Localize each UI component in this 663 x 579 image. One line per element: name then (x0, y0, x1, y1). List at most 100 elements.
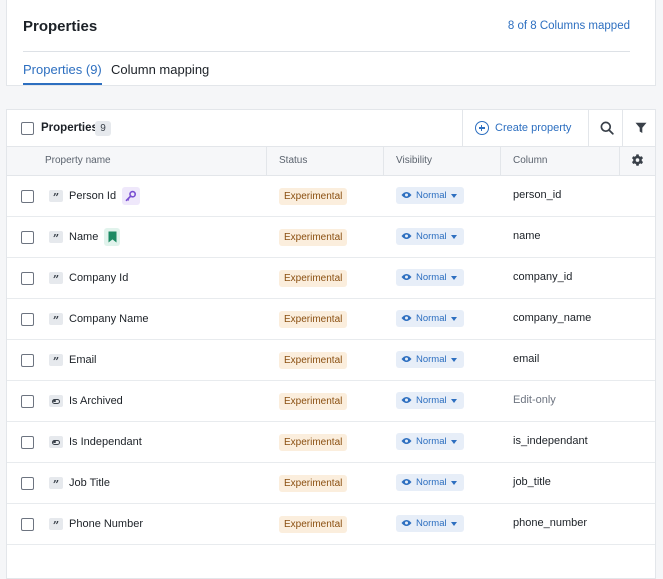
eye-icon (401, 479, 412, 485)
eye-icon (401, 520, 412, 526)
row-checkbox[interactable] (21, 477, 34, 490)
header-divider (23, 51, 630, 52)
eye-icon (401, 315, 412, 321)
row-checkbox[interactable] (21, 190, 34, 203)
status-badge: Experimental (279, 270, 348, 287)
row-checkbox[interactable] (21, 272, 34, 285)
string-type-icon: ” (49, 190, 63, 203)
visibility-dropdown[interactable]: Normal (396, 351, 464, 368)
property-name[interactable]: Phone Number (69, 518, 143, 530)
column-mapping-value: company_id (513, 271, 573, 283)
visibility-dropdown[interactable]: Normal (396, 228, 464, 245)
column-mapping-value: job_title (513, 476, 551, 488)
column-header-status[interactable]: Status (266, 147, 383, 175)
status-badge: Experimental (279, 516, 348, 533)
select-all-checkbox[interactable] (21, 122, 34, 135)
visibility-label: Normal (416, 272, 447, 283)
visibility-label: Normal (416, 436, 447, 447)
status-badge: Experimental (279, 393, 348, 410)
row-checkbox[interactable] (21, 231, 34, 244)
status-badge: Experimental (279, 434, 348, 451)
visibility-label: Normal (416, 477, 447, 488)
row-checkbox[interactable] (21, 313, 34, 326)
column-header-column[interactable]: Column (500, 147, 621, 175)
row-checkbox[interactable] (21, 436, 34, 449)
tab-column-mapping-label: Column mapping (111, 62, 210, 77)
page-title: Properties (23, 18, 98, 35)
filter-button[interactable] (622, 110, 657, 146)
filter-icon (635, 122, 647, 133)
table-body: ” Person Id Experimental Normal person_id ” Na… (7, 176, 655, 545)
property-name[interactable]: Is Archived (69, 395, 123, 407)
caret-down-icon (451, 358, 457, 362)
create-property-button[interactable]: Create property (462, 110, 588, 146)
columns-mapped-status[interactable]: 8 of 8 Columns mapped (508, 20, 630, 32)
eye-icon (401, 233, 412, 239)
column-header-property-name[interactable]: Property name (7, 147, 266, 175)
visibility-label: Normal (416, 231, 447, 242)
table-row[interactable]: ” Name Experimental Normal name (7, 217, 655, 258)
eye-icon (401, 274, 412, 280)
visibility-label: Normal (416, 395, 447, 406)
caret-down-icon (451, 481, 457, 485)
visibility-label: Normal (416, 190, 447, 201)
status-badge: Experimental (279, 311, 348, 328)
visibility-dropdown[interactable]: Normal (396, 474, 464, 491)
column-mapping-value: phone_number (513, 517, 588, 529)
tab-column-mapping[interactable]: Column mapping (111, 62, 209, 77)
property-name[interactable]: Job Title (69, 477, 110, 489)
visibility-dropdown[interactable]: Normal (396, 310, 464, 327)
row-checkbox[interactable] (21, 395, 34, 408)
string-type-icon: ” (49, 231, 63, 244)
tab-properties-label: Properties (9) (23, 62, 102, 77)
column-settings-button[interactable] (619, 147, 655, 175)
visibility-dropdown[interactable]: Normal (396, 269, 464, 286)
column-mapping-value: person_id (513, 189, 562, 201)
visibility-label: Normal (416, 313, 447, 324)
table-row[interactable]: ” Email Experimental Normal email (7, 340, 655, 381)
boolean-type-icon (49, 436, 63, 448)
toolbar-label: Properties (41, 122, 98, 134)
caret-down-icon (451, 317, 457, 321)
table-row[interactable]: ” Job Title Experimental Normal job_title (7, 463, 655, 504)
table-row[interactable]: ” Company Name Experimental Normal company_n… (7, 299, 655, 340)
tab-properties[interactable]: Properties (9) (23, 62, 102, 85)
column-header-visibility[interactable]: Visibility (383, 147, 500, 175)
row-checkbox[interactable] (21, 518, 34, 531)
visibility-dropdown[interactable]: Normal (396, 433, 464, 450)
visibility-dropdown[interactable]: Normal (396, 392, 464, 409)
plus-circle-icon (475, 121, 489, 135)
visibility-label: Normal (416, 354, 447, 365)
column-mapping-value: email (513, 353, 540, 365)
row-checkbox[interactable] (21, 354, 34, 367)
table-row[interactable]: Is Archived Experimental Normal Edit-only (7, 381, 655, 422)
caret-down-icon (451, 194, 457, 198)
table-row[interactable]: ” Phone Number Experimental Normal phone_num… (7, 504, 655, 545)
property-name[interactable]: Name (69, 231, 98, 243)
caret-down-icon (451, 276, 457, 280)
active-tab-underline (23, 83, 102, 85)
status-badge: Experimental (279, 352, 348, 369)
table-row[interactable]: Is Independant Experimental Normal is_indep… (7, 422, 655, 463)
property-name[interactable]: Company Name (69, 313, 148, 325)
caret-down-icon (451, 399, 457, 403)
table-row[interactable]: ” Company Id Experimental Normal company_id (7, 258, 655, 299)
property-name[interactable]: Is Independant (69, 436, 142, 448)
create-property-label: Create property (495, 122, 572, 134)
gear-icon (631, 154, 644, 166)
property-name[interactable]: Email (69, 354, 97, 366)
status-badge: Experimental (279, 188, 348, 205)
string-type-icon: ” (49, 354, 63, 367)
properties-table: Properties 9 Create property Property na… (6, 109, 656, 579)
title-bookmark-icon (104, 228, 120, 246)
visibility-dropdown[interactable]: Normal (396, 515, 464, 532)
string-type-icon: ” (49, 518, 63, 531)
primary-key-icon (122, 187, 140, 205)
search-button[interactable] (588, 110, 622, 146)
property-name[interactable]: Company Id (69, 272, 128, 284)
caret-down-icon (451, 522, 457, 526)
column-mapping-value: is_independant (513, 435, 588, 447)
property-name[interactable]: Person Id (69, 190, 116, 202)
visibility-dropdown[interactable]: Normal (396, 187, 464, 204)
table-row[interactable]: ” Person Id Experimental Normal person_id (7, 176, 655, 217)
